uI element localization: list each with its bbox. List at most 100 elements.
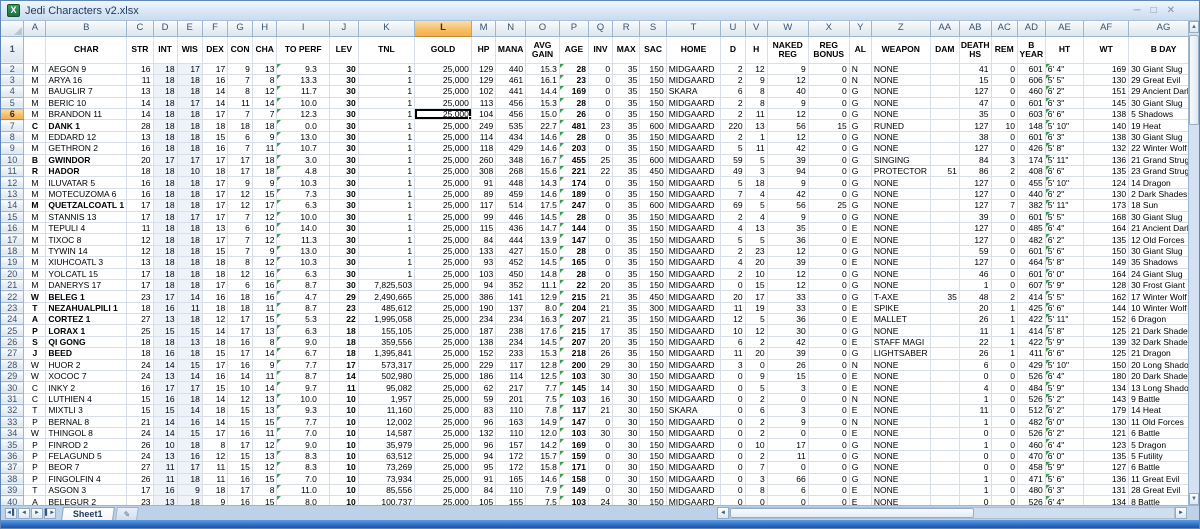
- cell-K21[interactable]: 7,825,503: [358, 279, 416, 292]
- cell-AB38[interactable]: 1: [959, 473, 992, 485]
- cell-X5[interactable]: 0: [808, 97, 850, 110]
- cell-V37[interactable]: 7: [745, 461, 768, 474]
- cell-I22[interactable]: 4.7: [276, 290, 330, 303]
- cell-M21[interactable]: 94: [471, 279, 497, 292]
- cell-I13[interactable]: 7.3: [276, 188, 330, 201]
- cell-L21[interactable]: 25,000: [414, 279, 472, 292]
- cell-I6[interactable]: 12.3: [276, 108, 330, 121]
- cell-A31[interactable]: C: [23, 393, 47, 406]
- cell-N6[interactable]: 456: [495, 108, 527, 121]
- cell-H15[interactable]: 12: [252, 211, 278, 223]
- cell-Y21[interactable]: G: [849, 279, 872, 292]
- cell-AF34[interactable]: 121: [1083, 427, 1130, 440]
- column-header-V[interactable]: V: [745, 21, 768, 37]
- cell-F1[interactable]: DEX: [202, 36, 229, 64]
- cell-L39[interactable]: 25,000: [414, 484, 472, 497]
- cell-E31[interactable]: 18: [177, 393, 203, 406]
- cell-T25[interactable]: MIDGAARD: [666, 324, 722, 337]
- cell-B6[interactable]: BRANDON 11: [45, 108, 128, 121]
- cell-S3[interactable]: 150: [639, 74, 667, 87]
- cell-AB18[interactable]: 59: [959, 245, 992, 258]
- cell-U39[interactable]: 0: [720, 484, 746, 497]
- cell-J29[interactable]: 14: [329, 370, 359, 383]
- cell-Q7[interactable]: 23: [588, 119, 614, 132]
- cell-B2[interactable]: AEGON 9: [45, 63, 128, 75]
- cell-H21[interactable]: 16: [252, 279, 278, 292]
- cell-K7[interactable]: 1: [358, 119, 416, 132]
- cell-AA6[interactable]: [930, 108, 960, 121]
- cell-V14[interactable]: 5: [745, 199, 768, 212]
- cell-L40[interactable]: 25,000: [414, 495, 472, 505]
- cell-B38[interactable]: FINGOLFIN 4: [45, 473, 128, 485]
- cell-AF32[interactable]: 179: [1083, 404, 1130, 417]
- cell-D30[interactable]: 17: [153, 381, 178, 394]
- cell-I29[interactable]: 8.7: [276, 370, 330, 383]
- cell-R23[interactable]: 35: [612, 302, 641, 315]
- cell-Z19[interactable]: NONE: [871, 256, 931, 269]
- cell-E40[interactable]: 18: [177, 495, 203, 505]
- cell-I12[interactable]: 10.3: [276, 176, 330, 189]
- cell-S17[interactable]: 150: [639, 233, 667, 246]
- cell-Q10[interactable]: 25: [588, 154, 614, 167]
- cell-D11[interactable]: 18: [153, 165, 178, 178]
- row-header-18[interactable]: 18: [1, 245, 25, 258]
- cell-R6[interactable]: 35: [612, 108, 641, 121]
- cell-R39[interactable]: 30: [612, 484, 641, 497]
- cell-H37[interactable]: 12: [252, 461, 278, 474]
- cell-Q5[interactable]: 0: [588, 97, 614, 110]
- cell-O22[interactable]: 12.9: [525, 290, 560, 303]
- cell-B40[interactable]: BELEGUR 2: [45, 495, 128, 505]
- cell-V25[interactable]: 12: [745, 324, 768, 337]
- cell-G38[interactable]: 16: [227, 473, 253, 485]
- cell-AE6[interactable]: 6' 6": [1045, 108, 1085, 121]
- cell-L12[interactable]: 25,000: [414, 176, 472, 189]
- cell-E14[interactable]: 18: [177, 199, 203, 212]
- cell-Z25[interactable]: NONE: [871, 324, 931, 337]
- cell-A39[interactable]: T: [23, 484, 47, 497]
- cell-O25[interactable]: 17.6: [525, 324, 560, 337]
- cell-G27[interactable]: 17: [227, 347, 253, 360]
- cell-K23[interactable]: 485,612: [358, 302, 416, 315]
- cell-X26[interactable]: 0: [808, 336, 850, 349]
- cell-AF3[interactable]: 130: [1083, 74, 1130, 87]
- cell-H2[interactable]: 13: [252, 63, 278, 75]
- cell-N23[interactable]: 137: [495, 302, 527, 315]
- cell-S39[interactable]: 150: [639, 484, 667, 497]
- cell-T29[interactable]: MIDGAARD: [666, 370, 722, 383]
- cell-C37[interactable]: 27: [126, 461, 154, 474]
- cell-AC8[interactable]: 0: [991, 131, 1018, 144]
- cell-W24[interactable]: 36: [767, 313, 809, 326]
- cell-M6[interactable]: 104: [471, 108, 497, 121]
- cell-C23[interactable]: 18: [126, 302, 154, 315]
- cell-O33[interactable]: 14.9: [525, 416, 560, 429]
- cell-AD7[interactable]: 148: [1017, 119, 1046, 132]
- cell-L24[interactable]: 25,000: [414, 313, 472, 326]
- cell-AE1[interactable]: HT: [1045, 36, 1085, 64]
- cell-E38[interactable]: 18: [177, 473, 203, 485]
- cell-D28[interactable]: 14: [153, 359, 178, 372]
- cell-C11[interactable]: 18: [126, 165, 154, 178]
- cell-R37[interactable]: 30: [612, 461, 641, 474]
- cell-R40[interactable]: 30: [612, 495, 641, 505]
- column-header-N[interactable]: N: [495, 21, 527, 37]
- cell-H7[interactable]: 18: [252, 119, 278, 132]
- cell-H1[interactable]: CHA: [252, 36, 278, 64]
- cell-O27[interactable]: 15.3: [525, 347, 560, 360]
- cell-B11[interactable]: HADOR: [45, 165, 128, 178]
- cell-A38[interactable]: P: [23, 473, 47, 485]
- cell-Z18[interactable]: NONE: [871, 245, 931, 258]
- cell-W32[interactable]: 3: [767, 404, 809, 417]
- cell-X34[interactable]: 0: [808, 427, 850, 440]
- cell-AB31[interactable]: 1: [959, 393, 992, 406]
- cell-R21[interactable]: 35: [612, 279, 641, 292]
- cell-A14[interactable]: M: [23, 199, 47, 212]
- cell-U1[interactable]: D: [720, 36, 746, 64]
- cell-A40[interactable]: A: [23, 495, 47, 505]
- cell-AE38[interactable]: 5' 6": [1045, 473, 1085, 485]
- row-header-6[interactable]: 6: [1, 108, 25, 121]
- cell-Z7[interactable]: RUNED: [871, 119, 931, 132]
- cell-Q25[interactable]: 17: [588, 324, 614, 337]
- cell-R8[interactable]: 35: [612, 131, 641, 144]
- cell-W27[interactable]: 39: [767, 347, 809, 360]
- cell-P16[interactable]: 144: [559, 222, 589, 235]
